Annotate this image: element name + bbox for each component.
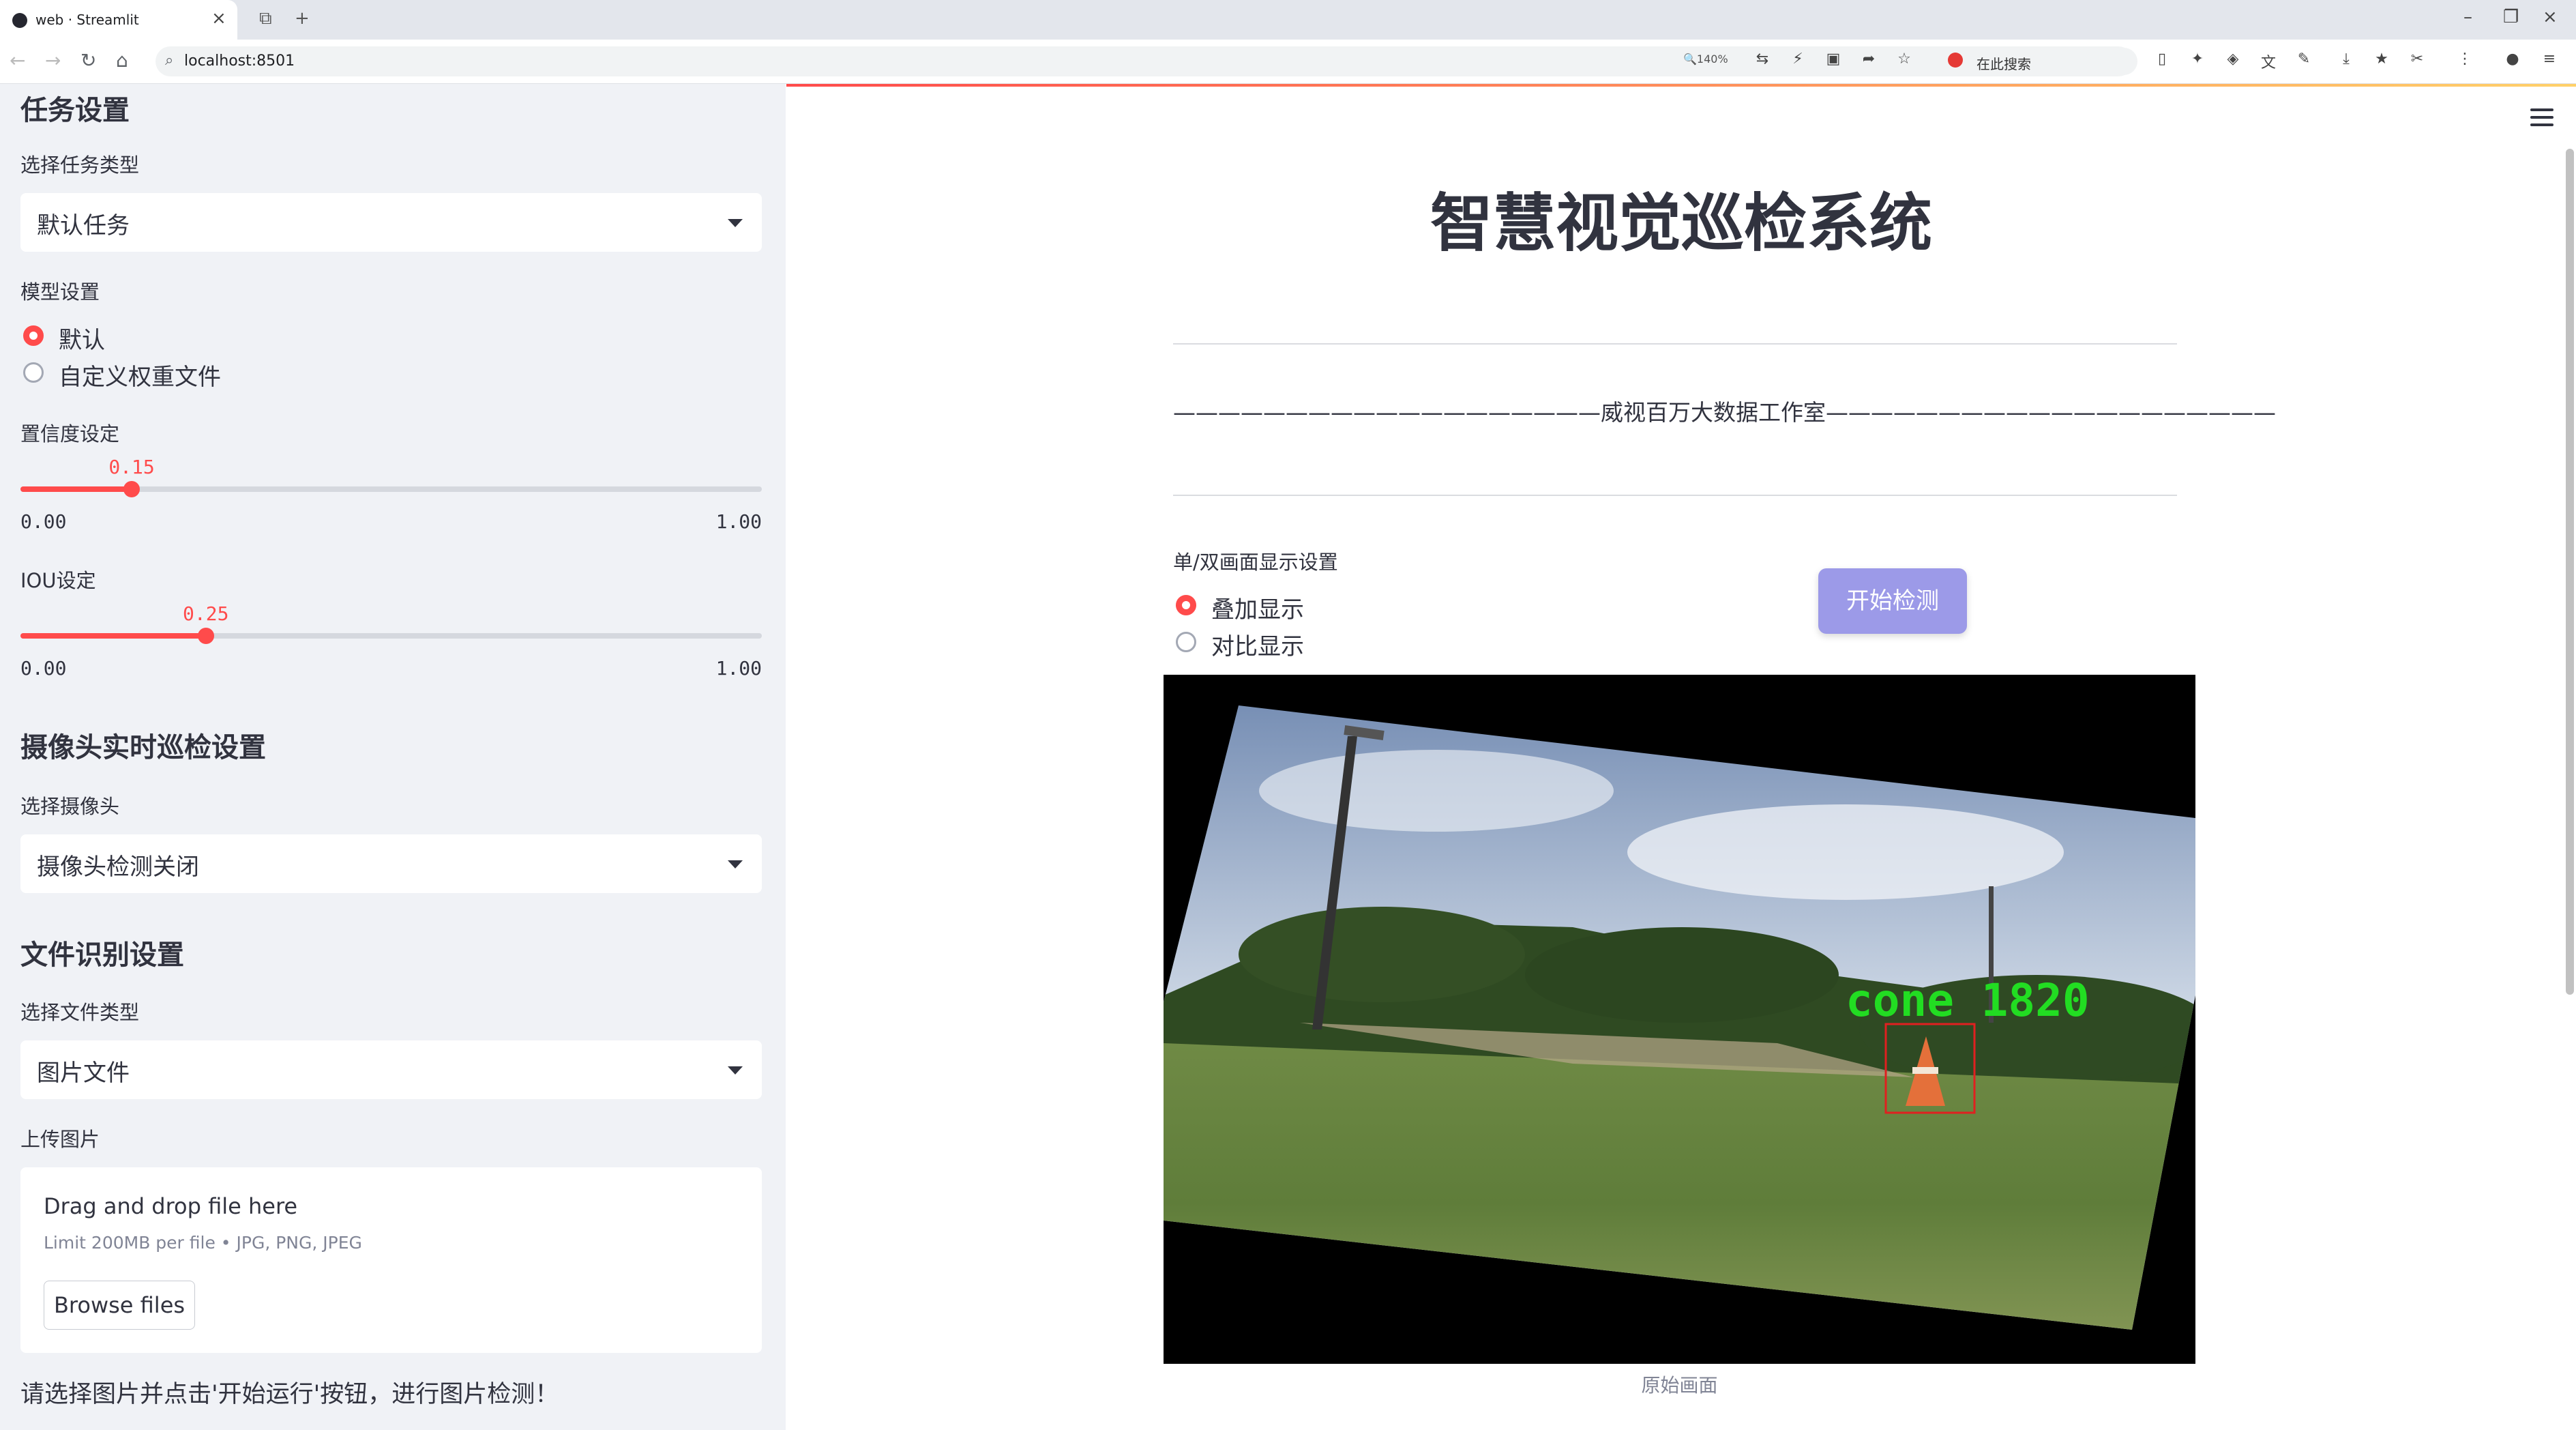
address-bar: ← → ↻ ⌂ ⌕ localhost:8501 🔍140% ⇆ ⚡ ▣ ➦ ☆…	[0, 40, 2576, 84]
translate-icon[interactable]: ⇆	[1753, 50, 1772, 70]
tab-groups-icon[interactable]: ⧉	[259, 8, 272, 29]
bookmark-star-icon[interactable]: ☆	[1895, 50, 1914, 70]
camera-value: 摄像头检测关闭	[37, 853, 199, 881]
slider-thumb[interactable]	[123, 481, 140, 497]
iou-value: 0.25	[183, 602, 229, 625]
model-option-label: 默认	[59, 327, 105, 354]
tab-close-icon[interactable]: ×	[211, 8, 226, 29]
browse-files-button[interactable]: Browse files	[44, 1281, 195, 1330]
studio-banner: ———————————————————威视百万大数据工作室———————————…	[1173, 399, 2276, 426]
image-caption: 原始画面	[1641, 1374, 1718, 1397]
forward-icon[interactable]: →	[45, 49, 61, 72]
radio-selected-icon	[1176, 595, 1196, 615]
confidence-slider[interactable]: 0.15 0.00 1.00	[20, 456, 762, 533]
model-option-label: 自定义权重文件	[59, 364, 221, 391]
upload-label: 上传图片	[20, 1128, 100, 1151]
scrollbar[interactable]	[2566, 149, 2574, 995]
extension-translate-icon[interactable]: 文	[2259, 50, 2278, 72]
zoom-level: 140%	[1696, 53, 1728, 65]
url-text: localhost:8501	[184, 53, 295, 70]
minimize-icon[interactable]: –	[2463, 7, 2472, 27]
zoom-indicator[interactable]: 🔍140%	[1683, 53, 1728, 65]
iou-slider[interactable]: 0.25 0.00 1.00	[20, 602, 762, 680]
browser-tab-bar: web · Streamlit × ⧉ + – ❐ ×	[0, 0, 2576, 40]
sidebar: 任务设置 选择任务类型 默认任务 模型设置 默认 自定义权重文件 置信度设定 0…	[0, 84, 786, 1430]
display-mode-label: 单/双画面显示设置	[1173, 551, 1338, 574]
reader-icon[interactable]: ▣	[1824, 50, 1843, 70]
task-section-heading: 任务设置	[20, 95, 130, 126]
confidence-value: 0.15	[108, 456, 155, 478]
file-section-heading: 文件识别设置	[20, 939, 184, 971]
display-option-label: 对比显示	[1211, 633, 1304, 660]
divider	[1173, 495, 2177, 496]
restore-icon[interactable]: ❐	[2503, 7, 2519, 27]
home-icon[interactable]: ⌂	[116, 49, 128, 72]
iou-label: IOU设定	[20, 569, 96, 592]
dropzone-limit: Limit 200MB per file • JPG, PNG, JPEG	[44, 1233, 362, 1253]
phone-icon[interactable]: ▯	[2152, 50, 2172, 70]
divider	[1173, 343, 2177, 345]
search-engine-icon	[1948, 53, 1963, 68]
extension-spark-icon[interactable]: ✦	[2188, 50, 2207, 70]
camera-label: 选择摄像头	[20, 795, 120, 818]
camera-select[interactable]: 摄像头检测关闭	[20, 834, 762, 893]
browser-tab[interactable]: web · Streamlit ×	[0, 0, 237, 40]
favorites-icon[interactable]: ★	[2372, 50, 2391, 70]
search-placeholder: 在此搜索	[1977, 56, 2031, 72]
slider-thumb[interactable]	[197, 628, 214, 644]
new-tab-icon[interactable]: +	[295, 8, 310, 29]
radio-unselected-icon	[1176, 632, 1196, 652]
slider-min: 0.00	[20, 510, 67, 533]
extension-pen-icon[interactable]: ✎	[2294, 50, 2313, 70]
slider-min: 0.00	[20, 657, 67, 680]
back-icon[interactable]: ←	[10, 49, 25, 72]
tab-title: web · Streamlit	[35, 12, 139, 28]
upload-hint: 请选择图片并点击'开始运行'按钮，进行图片检测！	[20, 1381, 559, 1408]
file-uploader-dropzone[interactable]: Drag and drop file here Limit 200MB per …	[20, 1167, 762, 1353]
reload-icon[interactable]: ↻	[80, 49, 96, 72]
model-label: 模型设置	[20, 280, 100, 304]
file-type-select[interactable]: 图片文件	[20, 1040, 762, 1099]
chevron-down-icon	[728, 860, 743, 869]
radio-selected-icon	[23, 325, 44, 346]
display-option-label: 叠加显示	[1211, 596, 1304, 624]
decoration-bar	[786, 84, 2576, 87]
detection-label: cone 1820	[1846, 974, 2090, 1027]
streamlit-favicon-icon	[12, 13, 27, 28]
slider-max: 1.00	[715, 657, 762, 680]
download-icon[interactable]: ⤓	[2337, 50, 2356, 70]
browser-menu-icon[interactable]: ≡	[2540, 50, 2559, 70]
slider-max: 1.00	[715, 510, 762, 533]
detection-image: cone 1820	[1164, 675, 2195, 1364]
extension-cube-icon[interactable]: ◈	[2223, 50, 2242, 70]
screenshot-icon[interactable]: ✂	[2408, 50, 2427, 70]
file-type-value: 图片文件	[37, 1060, 130, 1087]
profile-avatar-icon[interactable]: ●	[2503, 50, 2522, 70]
lightning-icon[interactable]: ⚡	[1788, 50, 1807, 70]
page-title: 智慧视觉巡检系统	[1430, 187, 1932, 260]
share-icon[interactable]: ➦	[1859, 50, 1878, 70]
slider-fill	[20, 633, 206, 639]
site-info-icon[interactable]: ⌕	[165, 52, 173, 69]
radio-unselected-icon	[23, 362, 44, 383]
menu-dots-icon[interactable]: ⋮	[2455, 50, 2474, 70]
camera-section-heading: 摄像头实时巡检设置	[20, 732, 266, 763]
task-type-value: 默认任务	[37, 212, 130, 239]
main-content: 智慧视觉巡检系统 ———————————————————威视百万大数据工作室——…	[786, 84, 2576, 1430]
browser-search-box[interactable]: 在此搜索	[1938, 48, 2137, 75]
task-type-label: 选择任务类型	[20, 154, 140, 177]
window-close-icon[interactable]: ×	[2543, 7, 2558, 27]
start-detection-button[interactable]: 开始检测	[1818, 568, 1967, 634]
app-menu-icon[interactable]	[2530, 108, 2553, 131]
dropzone-text: Drag and drop file here	[44, 1193, 298, 1219]
confidence-label: 置信度设定	[20, 422, 120, 446]
chevron-down-icon	[728, 219, 743, 227]
file-type-label: 选择文件类型	[20, 1001, 140, 1024]
detection-photo-svg: cone 1820	[1164, 675, 2195, 1364]
chevron-down-icon	[728, 1066, 743, 1075]
task-type-select[interactable]: 默认任务	[20, 193, 762, 252]
slider-fill	[20, 486, 132, 492]
